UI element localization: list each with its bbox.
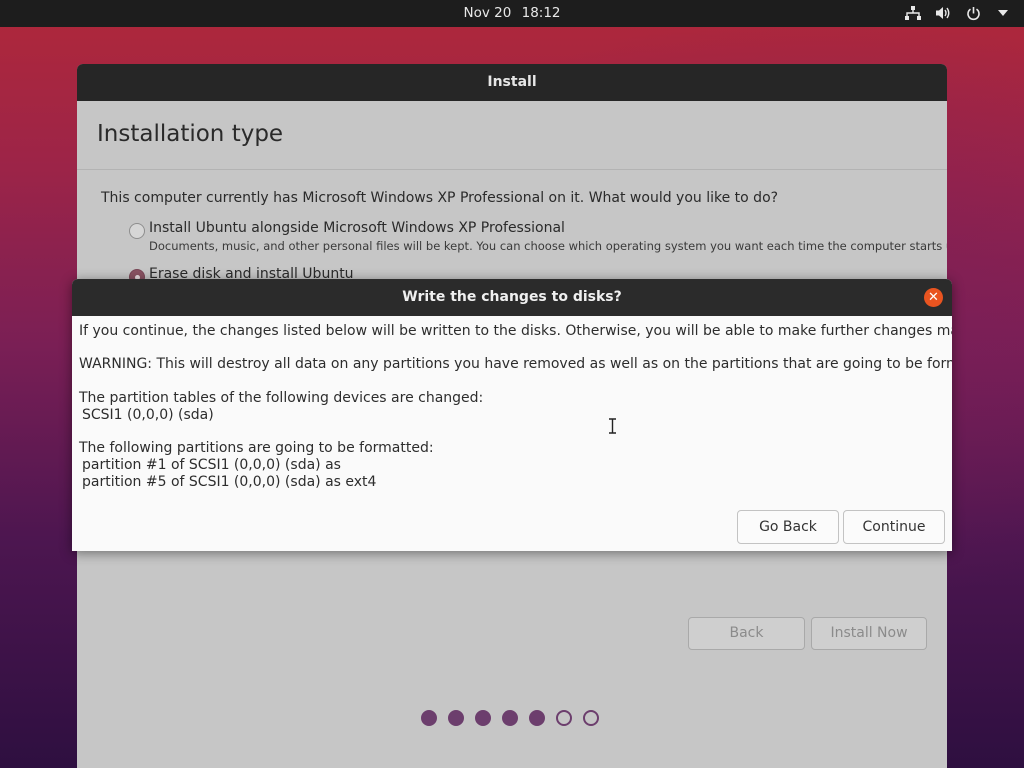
progress-dot bbox=[421, 710, 437, 726]
text-cursor-icon bbox=[609, 418, 616, 434]
radio-install-alongside[interactable] bbox=[129, 223, 145, 239]
close-icon[interactable]: ✕ bbox=[924, 288, 943, 307]
page-header: Installation type bbox=[77, 101, 947, 170]
page-title: Installation type bbox=[97, 121, 284, 147]
format-item: partition #5 of SCSI1 (0,0,0) (sda) as e… bbox=[82, 474, 377, 490]
progress-dot bbox=[502, 710, 518, 726]
progress-dots bbox=[421, 710, 599, 726]
format-item: partition #1 of SCSI1 (0,0,0) (sda) as bbox=[82, 457, 341, 473]
network-icon[interactable] bbox=[904, 4, 922, 22]
progress-dot bbox=[556, 710, 572, 726]
back-button[interactable]: Back bbox=[688, 617, 805, 650]
clock-time: 18:12 bbox=[521, 5, 561, 21]
dialog-intro-text: If you continue, the changes listed belo… bbox=[79, 323, 952, 339]
menu-arrow-icon[interactable] bbox=[994, 4, 1012, 22]
progress-dot bbox=[529, 710, 545, 726]
go-back-button[interactable]: Go Back bbox=[737, 510, 839, 544]
top-bar: Nov 20 18:12 bbox=[0, 0, 1024, 27]
dialog-title-text: Write the changes to disks? bbox=[402, 289, 622, 305]
format-header: The following partitions are going to be… bbox=[79, 440, 434, 456]
partition-tables-header: The partition tables of the following de… bbox=[79, 390, 484, 406]
window-title: Install bbox=[77, 64, 947, 101]
progress-dot bbox=[583, 710, 599, 726]
option-description: Documents, music, and other personal fil… bbox=[149, 239, 947, 253]
write-changes-dialog: Write the changes to disks? ✕ If you con… bbox=[72, 279, 952, 551]
continue-button[interactable]: Continue bbox=[843, 510, 945, 544]
volume-icon[interactable] bbox=[934, 4, 952, 22]
clock[interactable]: Nov 20 18:12 bbox=[0, 5, 1024, 21]
progress-dot bbox=[475, 710, 491, 726]
partition-table-device: SCSI1 (0,0,0) (sda) bbox=[82, 407, 214, 423]
installation-question: This computer currently has Microsoft Wi… bbox=[101, 190, 779, 206]
system-tray[interactable] bbox=[904, 4, 1012, 22]
dialog-warning-text: WARNING: This will destroy all data on a… bbox=[79, 356, 952, 372]
progress-dot bbox=[448, 710, 464, 726]
option-label: Install Ubuntu alongside Microsoft Windo… bbox=[149, 220, 565, 236]
dialog-title: Write the changes to disks? ✕ bbox=[72, 279, 952, 316]
install-now-button[interactable]: Install Now bbox=[811, 617, 927, 650]
power-icon[interactable] bbox=[964, 4, 982, 22]
clock-date: Nov 20 bbox=[463, 5, 512, 21]
